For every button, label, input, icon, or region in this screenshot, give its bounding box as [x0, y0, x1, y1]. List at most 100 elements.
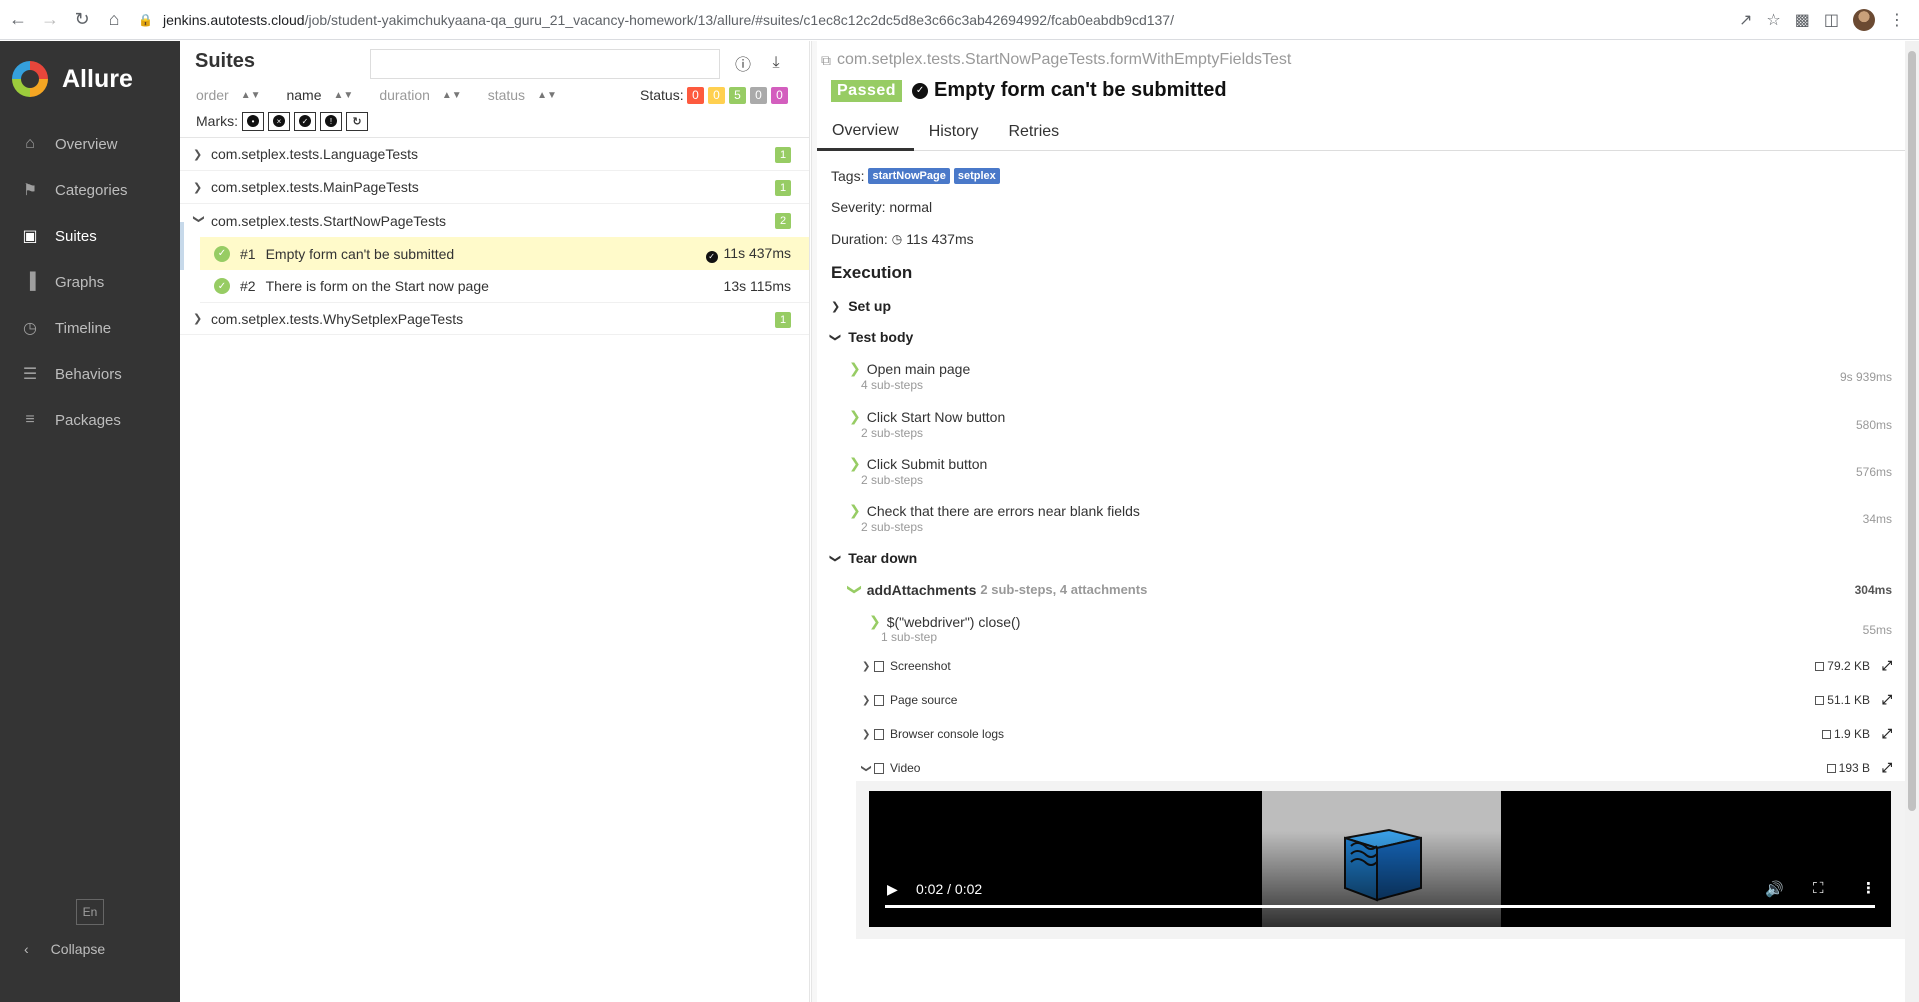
chevron-right-icon: ❯: [849, 502, 861, 518]
brand[interactable]: Allure: [0, 41, 180, 117]
chevron-right-icon: ❯: [193, 181, 203, 194]
status-unknown-badge[interactable]: 0: [771, 86, 788, 104]
marks-label: Marks:: [196, 113, 238, 129]
forward-icon[interactable]: →: [36, 6, 64, 34]
lock-icon: 🔒: [138, 12, 153, 27]
scrollbar[interactable]: [1905, 41, 1919, 1002]
sort-order[interactable]: order ▲▼: [196, 87, 260, 103]
attachment-row[interactable]: ❯ Page source 51.1 KB ⤢: [817, 692, 1892, 712]
fullscreen-icon[interactable]: ⛶: [1813, 880, 1824, 897]
sidebar-item-suites[interactable]: ▣ Suites: [0, 213, 180, 259]
mark-retries-button[interactable]: ↻: [346, 111, 368, 131]
scrollbar-thumb[interactable]: [1908, 51, 1916, 811]
duration-label: Duration:: [831, 231, 888, 247]
suite-row[interactable]: ❯ com.setplex.tests.MainPageTests 1: [180, 171, 809, 204]
sidebar-item-timeline[interactable]: ◷ Timeline: [0, 305, 180, 351]
address-bar[interactable]: 🔒 jenkins.autotests.cloud/job/student-ya…: [138, 5, 1739, 35]
sidebar-item-label: Graphs: [55, 273, 105, 291]
suite-row[interactable]: ❯ com.setplex.tests.StartNowPageTests 2: [180, 204, 809, 237]
chevron-right-icon: ❯: [849, 455, 861, 471]
reload-icon[interactable]: ↻: [68, 6, 96, 34]
play-icon[interactable]: ▶: [887, 881, 898, 898]
url-path: /job/student-yakimchukyaana-qa_guru_21_v…: [304, 11, 1174, 28]
status-filter-label: Status:: [640, 87, 684, 103]
expand-icon[interactable]: ⤢: [1882, 760, 1892, 776]
back-icon[interactable]: ←: [4, 6, 32, 34]
mark-new-broken-button[interactable]: !: [320, 111, 342, 131]
extensions-icon[interactable]: ▩: [1795, 10, 1810, 30]
profile-avatar[interactable]: [1853, 8, 1875, 31]
share-icon[interactable]: ↗: [1739, 10, 1752, 30]
copy-icon[interactable]: ⧉: [821, 52, 831, 69]
step-name: ❯ $("webdriver") close(): [869, 613, 1020, 630]
sort-label: name: [286, 87, 322, 103]
star-icon[interactable]: ☆: [1766, 10, 1780, 30]
disk-icon: [1821, 730, 1831, 739]
mark-flaky-button[interactable]: •: [242, 111, 264, 131]
video-player[interactable]: ▶ 0:02 / 0:02 🔊 ⛶ ⋮: [869, 791, 1891, 927]
test-row[interactable]: ✓ #1 Empty form can't be submitted ✓ 11s …: [200, 237, 809, 270]
suite-row[interactable]: ❯ com.setplex.tests.WhySetplexPageTests …: [180, 303, 809, 335]
duration-text: 11s 437ms: [723, 244, 791, 261]
sidebar-item-behaviors[interactable]: ☰ Behaviors: [0, 351, 180, 397]
expand-icon[interactable]: ⤢: [1882, 726, 1892, 742]
duration-value: 11s 437ms: [906, 231, 974, 247]
setup-group[interactable]: ❯ Set up: [831, 298, 891, 314]
browser-toolbar: ← → ↻ ⌂ 🔒 jenkins.autotests.cloud/job/st…: [0, 0, 1919, 40]
suite-row[interactable]: ❯ com.setplex.tests.LanguageTests 1: [180, 138, 809, 171]
search-input[interactable]: [370, 49, 720, 79]
info-icon[interactable]: ⓘ: [733, 53, 753, 74]
sort-duration[interactable]: duration ▲▼: [379, 87, 461, 103]
status-skipped-badge[interactable]: 0: [750, 86, 767, 104]
test-row[interactable]: ✓ #2 There is form on the Start now page…: [200, 270, 809, 303]
test-body-group[interactable]: ❯ Test body: [829, 329, 913, 345]
status-failed-badge[interactable]: 0: [687, 86, 704, 104]
teardown-label: Tear down: [848, 550, 918, 566]
attachment-row[interactable]: ❯ Browser console logs 1.9 KB ⤢: [817, 726, 1892, 746]
expand-icon[interactable]: ⤢: [1882, 658, 1892, 674]
check-circle-icon: ✓: [299, 115, 311, 127]
attachment-size: 79.2 KB: [1815, 659, 1870, 673]
menu-icon[interactable]: ⋮: [1889, 10, 1905, 30]
sidebar-item-categories[interactable]: ⚑ Categories: [0, 167, 180, 213]
tab-retries[interactable]: Retries: [993, 113, 1074, 151]
home-icon[interactable]: ⌂: [100, 6, 128, 34]
video-attachment: ▶ 0:02 / 0:02 🔊 ⛶ ⋮: [856, 781, 1905, 939]
refresh-icon: ↻: [352, 115, 362, 128]
sort-status[interactable]: status ▲▼: [488, 87, 557, 103]
suite-name: com.setplex.tests.LanguageTests: [211, 146, 419, 162]
sidebar-item-packages[interactable]: ≡ Packages: [0, 397, 180, 443]
video-progress-bar[interactable]: [885, 905, 1875, 908]
suite-count-badge: 1: [775, 147, 791, 163]
attachment-row[interactable]: ❯ Video 193 B ⤢: [817, 760, 1892, 780]
test-name: Empty form can't be submitted: [265, 245, 455, 262]
sort-name[interactable]: name ▲▼: [286, 87, 353, 103]
severity-row: Severity: normal: [831, 199, 932, 215]
download-icon[interactable]: ⤓: [766, 53, 786, 73]
more-options-icon[interactable]: ⋮: [1861, 879, 1876, 897]
tab-overview[interactable]: Overview: [817, 113, 914, 151]
sidebar-item-graphs[interactable]: ▐ Graphs: [0, 259, 180, 305]
sidebar-item-overview[interactable]: ⌂ Overview: [0, 121, 180, 167]
sidebar-item-label: Behaviors: [55, 365, 122, 383]
disk-icon: [1815, 696, 1825, 705]
side-panel-icon[interactable]: ◫: [1824, 10, 1839, 30]
sidebar: Allure ⌂ Overview ⚑ Categories ▣ Suites …: [0, 41, 180, 1002]
suite-name: com.setplex.tests.WhySetplexPageTests: [211, 310, 464, 327]
status-broken-badge[interactable]: 0: [708, 86, 725, 104]
mark-new-failed-button[interactable]: ×: [268, 111, 290, 131]
teardown-group[interactable]: ❯ Tear down: [829, 550, 918, 566]
collapse-button[interactable]: ‹ Collapse: [24, 941, 105, 957]
bomb-icon: •: [247, 115, 259, 127]
status-passed-badge[interactable]: 5: [729, 86, 746, 104]
step-name: ❯ addAttachments 2 sub-steps, 4 attachment…: [847, 581, 1147, 598]
expand-icon[interactable]: ⤢: [1882, 692, 1892, 708]
sort-arrows-icon: ▲▼: [441, 89, 462, 101]
mark-new-passed-button[interactable]: ✓: [294, 111, 316, 131]
new-passed-mark-icon: ✓: [705, 250, 718, 263]
attachment-row[interactable]: ❯ Screenshot 79.2 KB ⤢: [817, 658, 1892, 678]
language-switch[interactable]: En: [76, 899, 104, 925]
tab-history[interactable]: History: [914, 113, 994, 151]
volume-icon[interactable]: 🔊: [1765, 880, 1784, 898]
sort-label: duration: [379, 87, 430, 103]
